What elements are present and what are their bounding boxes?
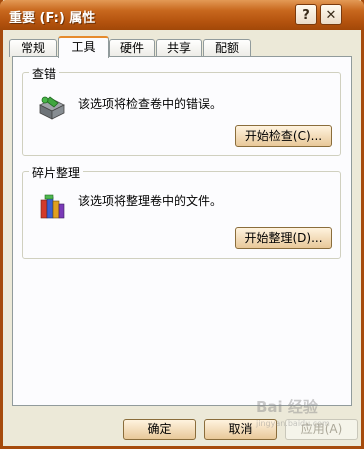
defrag-description: 该选项将整理卷中的文件。 xyxy=(78,194,223,208)
disk-check-icon xyxy=(39,96,65,120)
start-defrag-button[interactable]: 开始整理(D)... xyxy=(235,227,332,249)
start-check-button[interactable]: 开始检查(C)... xyxy=(235,125,332,147)
defrag-group: 碎片整理 该选项将整理卷中的文件。 开始整理(D)... xyxy=(22,164,341,259)
error-check-group: 查错 该选项将检查卷中的错误。 开始检查(C)... xyxy=(22,65,341,156)
defrag-icon xyxy=(40,194,65,219)
title-bar[interactable]: 重要 (F:) 属性 ? ✕ xyxy=(0,0,364,30)
svg-text:Bai 经验: Bai 经验 xyxy=(256,398,319,416)
ok-button[interactable]: 确定 xyxy=(123,419,196,440)
defrag-title: 碎片整理 xyxy=(29,164,84,181)
baidu-jingyan-watermark: Bai 经验 jingyan.baidu.com xyxy=(255,398,330,428)
window-title: 重要 (F:) 属性 xyxy=(9,11,96,26)
tab-quota[interactable]: 配额 xyxy=(203,39,251,57)
help-button[interactable]: ? xyxy=(295,4,317,25)
tab-general[interactable]: 常规 xyxy=(9,39,57,57)
tab-tools[interactable]: 工具 xyxy=(58,36,109,58)
tab-hardware[interactable]: 硬件 xyxy=(109,39,155,57)
error-check-title: 查错 xyxy=(29,65,60,82)
tab-sharing[interactable]: 共享 xyxy=(156,39,202,57)
error-check-description: 该选项将检查卷中的错误。 xyxy=(78,97,223,111)
tools-panel: 查错 该选项将检查卷中的错误。 开始检查(C)... 碎片整理 该选项将整理卷中… xyxy=(12,56,352,406)
close-button[interactable]: ✕ xyxy=(320,4,342,25)
svg-text:jingyan.baidu.com: jingyan.baidu.com xyxy=(255,419,330,428)
properties-dialog: 重要 (F:) 属性 ? ✕ 常规 工具 硬件 共享 配额 查错 该选项将检查卷… xyxy=(0,0,364,449)
